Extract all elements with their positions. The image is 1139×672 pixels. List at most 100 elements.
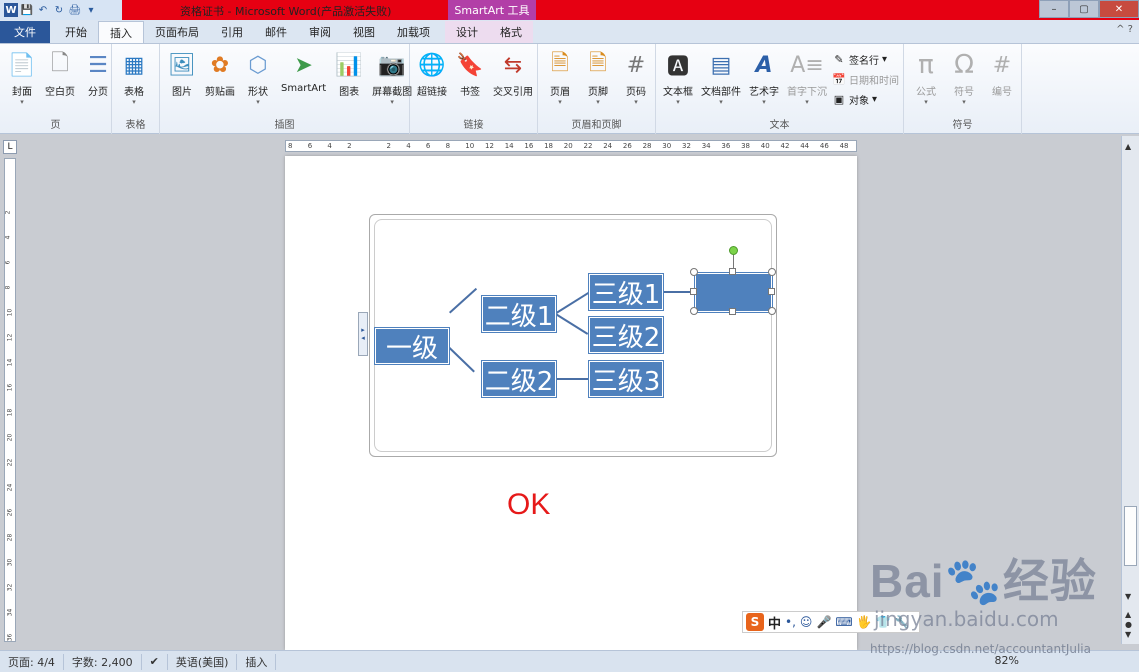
tab-stop-selector[interactable]: L	[3, 140, 17, 154]
bookmark-button[interactable]: 🔖 书签	[452, 48, 488, 99]
node-new-selected[interactable]	[695, 273, 772, 312]
scrollbar-thumb[interactable]	[1124, 506, 1137, 566]
wordart-button[interactable]: A 艺术字 ▾	[746, 48, 782, 108]
quick-parts-button[interactable]: ▤ 文档部件 ▾	[698, 48, 744, 108]
tab-addins[interactable]: 加载项	[386, 21, 441, 43]
object-button[interactable]: ▣ 对象 ▾	[832, 90, 899, 108]
node-level3-2[interactable]: 三级2	[589, 317, 663, 353]
page-number-button[interactable]: # 页码 ▾	[618, 48, 654, 107]
undo-icon[interactable]: ↶	[36, 3, 50, 17]
textbox-button[interactable]: 🅰 文本框 ▾	[660, 48, 696, 108]
equation-button[interactable]: π 公式 ▾	[908, 48, 944, 106]
vertical-ruler[interactable]: 2 4 6 8 10 12 14 16 18 20 22 24 26 28 30 32 34 36	[4, 158, 16, 642]
omega-icon: Ω	[954, 50, 974, 80]
cover-page-button[interactable]: 📄 封面 ▾	[4, 48, 40, 107]
minimize-button[interactable]: –	[1039, 0, 1069, 18]
header-button[interactable]: 🗎 页眉 ▾	[542, 48, 578, 106]
redo-icon[interactable]: ↻	[52, 3, 66, 17]
next-page-icon[interactable]: ▼	[1125, 630, 1131, 639]
dropdown-arrow-icon: ▾	[596, 98, 600, 106]
footer-button[interactable]: 🗎 页脚 ▾	[580, 48, 616, 106]
date-time-button[interactable]: 📅 日期和时间	[832, 70, 899, 88]
header-icon: 🗎	[551, 51, 569, 76]
resize-handle[interactable]	[729, 308, 736, 315]
help-icon[interactable]: ^ ?	[1116, 24, 1133, 35]
keyboard-icon[interactable]: ⌨	[835, 615, 852, 629]
insert-mode[interactable]: 插入	[237, 653, 277, 670]
tab-mailings[interactable]: 邮件	[254, 21, 298, 43]
expand-arrow-icon: ▸	[361, 326, 365, 334]
hyperlink-button[interactable]: 🌐 超链接	[414, 48, 450, 99]
maximize-button[interactable]: ▢	[1069, 0, 1099, 18]
signature-line-button[interactable]: ✎ 签名行 ▾	[832, 50, 899, 68]
cross-reference-button[interactable]: ⇆ 交叉引用	[490, 48, 536, 99]
resize-handle[interactable]	[768, 307, 776, 315]
ime-lang[interactable]: 中	[768, 613, 781, 632]
resize-handle[interactable]	[768, 268, 776, 276]
ruler-tick-label: 2	[386, 142, 391, 150]
word-count[interactable]: 字数: 2,400	[64, 653, 142, 670]
header-label: 页眉	[550, 87, 570, 98]
clipart-button[interactable]: ✿ 剪贴画	[202, 48, 238, 106]
scroll-up-icon[interactable]: ▲	[1125, 142, 1131, 151]
shapes-button[interactable]: ⬡ 形状 ▾	[240, 48, 276, 107]
table-button[interactable]: ▦ 表格 ▾	[116, 48, 152, 107]
resize-handle[interactable]	[690, 307, 698, 315]
scroll-down-icon[interactable]: ▼	[1125, 592, 1131, 601]
node-level2-1[interactable]: 二级1	[482, 296, 556, 332]
prev-page-icon[interactable]: ▲	[1125, 610, 1131, 619]
tab-page-layout[interactable]: 页面布局	[144, 21, 210, 43]
vertical-scrollbar[interactable]: ▲ ▼ ▲ ● ▼	[1121, 136, 1139, 644]
word-app-icon[interactable]: W	[4, 3, 18, 17]
emoji-icon[interactable]: ☺	[800, 615, 813, 629]
text-pane-toggle[interactable]: ▸ ◂	[358, 312, 368, 356]
punct-icon[interactable]: •,	[785, 615, 796, 629]
tab-review[interactable]: 审阅	[298, 21, 342, 43]
quick-access-toolbar: W 💾 ↶ ↻ 🖨 ▾	[0, 0, 122, 20]
language[interactable]: 英语(美国)	[168, 653, 238, 670]
close-button[interactable]: ✕	[1099, 0, 1139, 18]
resize-handle[interactable]	[729, 268, 736, 275]
picture-button[interactable]: 🖼 图片	[164, 48, 200, 106]
resize-handle[interactable]	[690, 288, 697, 295]
node-level3-1[interactable]: 三级1	[589, 274, 663, 310]
pi-icon: π	[918, 50, 934, 80]
customize-qat-icon[interactable]: ▾	[84, 3, 98, 17]
screenshot-button[interactable]: 📷 屏幕截图 ▾	[369, 48, 415, 107]
browse-object-icon[interactable]: ●	[1125, 620, 1132, 629]
mic-icon[interactable]: 🎤	[816, 615, 831, 629]
proofing-icon[interactable]: ✔	[142, 653, 168, 670]
resize-handle[interactable]	[768, 288, 775, 295]
blank-page-button[interactable]: 🗋 空白页	[42, 48, 78, 106]
dropcap-button[interactable]: A≡ 首字下沉 ▾	[784, 48, 830, 108]
rotate-handle[interactable]	[729, 246, 738, 255]
save-icon[interactable]: 💾	[20, 3, 34, 17]
numbering-button[interactable]: # 编号	[984, 48, 1020, 106]
chart-label: 图表	[339, 87, 360, 98]
footer-icon: 🗎	[589, 51, 607, 76]
page-break-button[interactable]: ☰ 分页	[80, 48, 116, 106]
ruler-tick-label: 16	[6, 383, 14, 392]
page-break-label: 分页	[88, 87, 108, 98]
tab-design[interactable]: 设计	[445, 21, 489, 43]
tab-insert[interactable]: 插入	[98, 21, 144, 43]
tab-references[interactable]: 引用	[210, 21, 254, 43]
node-level3-3[interactable]: 三级3	[589, 361, 663, 397]
sogou-logo-icon[interactable]: S	[746, 613, 764, 631]
tab-file[interactable]: 文件	[0, 21, 50, 43]
node-level1[interactable]: 一级	[375, 328, 449, 364]
page-count[interactable]: 页面: 4/4	[0, 653, 64, 670]
node-level2-2[interactable]: 二级2	[482, 361, 556, 397]
tab-format[interactable]: 格式	[489, 21, 533, 43]
horizontal-ruler[interactable]: 8 6 4 2 2 4 6 8 10 12 14 16 18 20 22 24 26 28 30 32 34 36 38 40…	[285, 140, 857, 152]
print-icon[interactable]: 🖨	[68, 3, 82, 17]
ok-annotation: OK	[507, 488, 551, 521]
smartart-button[interactable]: ➤ SmartArt	[278, 48, 329, 106]
symbol-button[interactable]: Ω 符号 ▾	[946, 48, 982, 106]
chart-button[interactable]: 📊 图表	[331, 48, 367, 106]
tab-home[interactable]: 开始	[54, 21, 98, 43]
resize-handle[interactable]	[690, 268, 698, 276]
dropdown-arrow-icon: ▾	[558, 98, 562, 106]
tab-view[interactable]: 视图	[342, 21, 386, 43]
cover-page-label: 封面	[12, 87, 32, 98]
